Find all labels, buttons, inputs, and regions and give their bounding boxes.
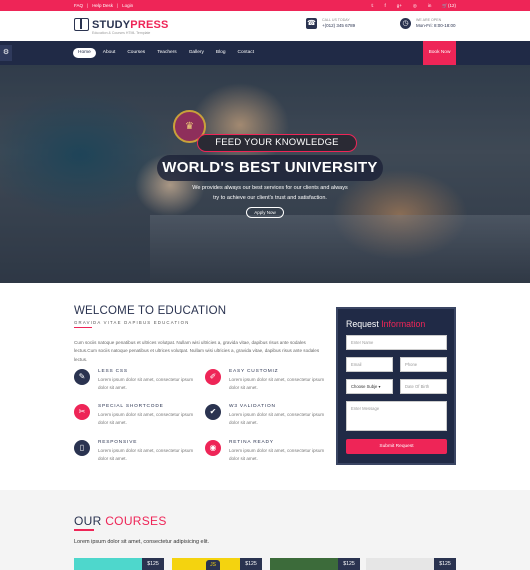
courses-intro: Lorem ipsum dolor sit amet, consectetur …: [74, 539, 210, 545]
shortcode-icon: ✂: [74, 404, 90, 420]
request-title: Request Information: [346, 319, 426, 329]
retina-icon: ◉: [205, 440, 221, 456]
dob-field[interactable]: Date Of Birth: [400, 379, 447, 394]
facebook-icon[interactable]: f: [385, 0, 386, 11]
feature-title: SPECIAL SHORTCODE: [98, 404, 164, 409]
main-nav: ⚙ Home About Courses Teachers Gallery Bl…: [0, 41, 530, 65]
name-field[interactable]: Enter Name: [346, 335, 447, 350]
open-info: ◷ WE ARE OPEN Mon-Fri: 8:00-18:00: [400, 18, 456, 29]
feature-desc: Lorem ipsum dolor sit amet, consectetur …: [229, 448, 325, 461]
feature-item: ✔ W3 VALIDATION Lorem ipsum dolor sit ame…: [205, 404, 325, 427]
feature-item: ▯ RESPONSIVE Lorem ipsum dolor sit amet, …: [74, 440, 194, 463]
course-price: $125: [338, 558, 360, 570]
linkedin-icon[interactable]: in: [428, 0, 432, 11]
login-link[interactable]: Login: [122, 0, 133, 11]
subject-select[interactable]: Choose Subje ▾: [346, 379, 393, 394]
course-price: $125: [142, 558, 164, 570]
google-plus-icon[interactable]: g+: [397, 0, 402, 11]
feature-desc: Lorem ipsum dolor sit amet, consectetur …: [229, 412, 325, 425]
course-card[interactable]: $125: [74, 558, 164, 570]
separator: |: [87, 3, 89, 8]
twitter-icon[interactable]: 𝕥: [371, 0, 373, 11]
request-form: Request Information Enter Name Email Pho…: [336, 307, 456, 465]
nav-item-teachers[interactable]: Teachers: [152, 48, 181, 58]
help-desk-link[interactable]: Help Desk: [92, 0, 113, 11]
course-card[interactable]: JS $125: [172, 558, 262, 570]
feature-desc: Lorem ipsum dolor sit amet, consectetur …: [98, 377, 194, 390]
nav-item-blog[interactable]: Blog: [211, 48, 231, 58]
feature-title: RESPONSIVE: [98, 440, 138, 445]
pencil-icon: ✐: [205, 369, 221, 385]
submit-request-button[interactable]: Submit Request: [346, 439, 447, 454]
logo-tagline: Education & Courses HTML Template: [92, 31, 151, 35]
hero-title: WORLD'S BEST UNIVERSITY: [157, 155, 383, 181]
settings-toggle-icon[interactable]: ⚙: [0, 45, 12, 61]
feature-item: ✂ SPECIAL SHORTCODE Lorem ipsum dolor sit…: [74, 404, 194, 427]
title-underline: [74, 529, 94, 531]
phone-field[interactable]: Phone: [400, 357, 447, 372]
email-field[interactable]: Email: [346, 357, 393, 372]
hero-text: We provides always our best services for…: [192, 185, 348, 201]
welcome-subtitle: GRAVIDA VITAE DAPIBUS EDUCATION: [74, 320, 190, 325]
nav-item-home[interactable]: Home: [73, 48, 96, 58]
feature-title: EASY CUSTOMIZ: [229, 369, 279, 374]
clock-icon: ◷: [400, 18, 411, 29]
chevron-down-icon: ▾: [378, 384, 381, 389]
dribbble-icon[interactable]: ◎: [413, 0, 417, 11]
feature-desc: Lorem ipsum dolor sit amet, consectetur …: [98, 412, 194, 425]
js-icon: JS: [206, 560, 220, 570]
open-value: Mon-Fri: 8:00-18:00: [416, 23, 456, 28]
separator: |: [116, 3, 119, 8]
feature-title: W3 VALIDATION: [229, 404, 276, 409]
feature-title: RETINA READY: [229, 440, 274, 445]
feature-desc: Lorem ipsum dolor sit amet, consectetur …: [229, 377, 325, 390]
book-icon: [74, 18, 89, 31]
cart-count: (12): [447, 3, 456, 8]
validation-icon: ✔: [205, 404, 221, 420]
feature-title: LESS CSS: [98, 369, 128, 374]
course-card[interactable]: $125: [366, 558, 456, 570]
nav-item-about[interactable]: About: [98, 48, 121, 58]
mobile-icon: ▯: [74, 440, 90, 456]
feature-item: ◉ RETINA READY Lorem ipsum dolor sit amet…: [205, 440, 325, 463]
faq-link[interactable]: FAQ: [74, 0, 83, 11]
css-icon: ✎: [74, 369, 90, 385]
title-underline: [74, 327, 92, 329]
top-bar: FAQ | Help Desk | Login 𝕥 f g+ ◎ in 🛒(12…: [0, 0, 530, 11]
nav-item-courses[interactable]: Courses: [122, 48, 150, 58]
feature-item: ✎ LESS CSS Lorem ipsum dolor sit amet, co…: [74, 369, 194, 392]
call-value: +(012) 345 6789: [322, 23, 356, 28]
logo[interactable]: STUDYPRESS Education & Courses HTML Temp…: [74, 18, 169, 35]
course-price: $125: [240, 558, 262, 570]
nav-item-contact[interactable]: Contact: [233, 48, 260, 58]
welcome-title: WELCOME TO EDUCATION: [74, 305, 227, 317]
courses-title: OUR COURSES: [74, 514, 167, 528]
welcome-paragraph: Cum sociis natoque penatibus et ultrices…: [74, 340, 320, 362]
book-now-button[interactable]: Book Now: [423, 41, 456, 65]
message-field[interactable]: Enter Message: [346, 401, 447, 431]
apply-now-button[interactable]: Apply Now: [246, 207, 284, 218]
course-card[interactable]: $125: [270, 558, 360, 570]
cart-link[interactable]: 🛒(12): [442, 0, 456, 11]
call-info: ☎ CALL US TODAY +(012) 345 6789: [306, 18, 355, 29]
feature-item: ✐ EASY CUSTOMIZ Lorem ipsum dolor sit ame…: [205, 369, 325, 392]
nav-item-gallery[interactable]: Gallery: [184, 48, 209, 58]
hero-kicker: FEED YOUR KNOWLEDGE: [197, 134, 357, 152]
feature-desc: Lorem ipsum dolor sit amet, consectetur …: [98, 448, 194, 461]
logo-text: STUDYPRESS: [92, 18, 169, 31]
course-price: $125: [434, 558, 456, 570]
phone-icon: ☎: [306, 18, 317, 29]
